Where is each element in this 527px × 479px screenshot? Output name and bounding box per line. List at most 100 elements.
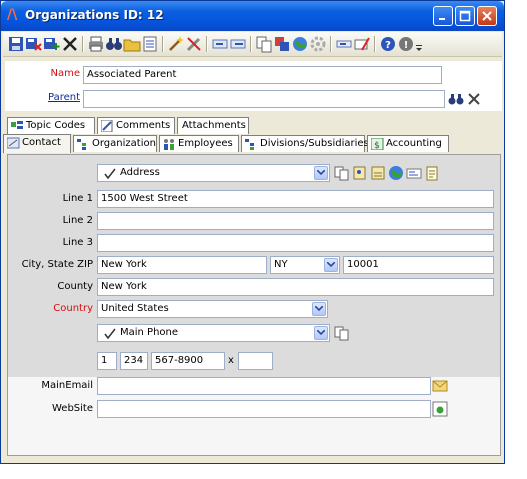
tab-organization[interactable]: Organization bbox=[73, 135, 157, 152]
tab-label: Topic Codes bbox=[26, 120, 86, 131]
city-state-zip-label: City, State ZIP bbox=[21, 259, 93, 270]
email-field[interactable] bbox=[97, 377, 431, 395]
address-type-value: Address bbox=[120, 167, 160, 178]
parent-clear-button[interactable] bbox=[466, 91, 482, 107]
parent-search-button[interactable] bbox=[448, 91, 464, 107]
maximize-icon bbox=[459, 10, 471, 22]
copy-address-icon[interactable] bbox=[334, 165, 350, 181]
tab-employees[interactable]: Employees bbox=[159, 135, 239, 152]
settings-icon[interactable] bbox=[309, 35, 327, 53]
tab-contact[interactable]: Contact bbox=[3, 134, 71, 153]
organization-window: /\ Organizations ID: 12 ? ! Name Associa… bbox=[0, 0, 505, 464]
delete-icon[interactable] bbox=[61, 35, 79, 53]
print-icon[interactable] bbox=[87, 35, 105, 53]
county-field[interactable]: New York bbox=[97, 278, 494, 296]
find-icon[interactable] bbox=[105, 35, 123, 53]
name-field[interactable]: Associated Parent bbox=[83, 66, 442, 84]
chevron-down-icon[interactable] bbox=[314, 166, 328, 180]
tools-icon[interactable] bbox=[185, 35, 203, 53]
move-right-icon[interactable] bbox=[229, 35, 247, 53]
toolbar: ? ! bbox=[3, 32, 502, 57]
contact-icon bbox=[7, 137, 20, 149]
window-title: Organizations ID: 12 bbox=[25, 8, 164, 22]
state-select[interactable]: NY bbox=[270, 256, 340, 274]
zip-field[interactable]: 10001 bbox=[343, 256, 494, 274]
save-icon[interactable] bbox=[7, 35, 25, 53]
browser-icon bbox=[432, 401, 448, 417]
close-icon bbox=[482, 11, 492, 21]
notes-icon[interactable] bbox=[424, 165, 440, 181]
copy-phone-icon[interactable] bbox=[334, 325, 350, 341]
tab-label: Comments bbox=[116, 120, 171, 131]
tab-accounting[interactable]: $ Accounting bbox=[367, 135, 449, 152]
phone-ext-label: x bbox=[228, 355, 234, 366]
close-button[interactable] bbox=[477, 6, 497, 26]
contact-panel: Address Line 1 1500 West Street Line 2 L… bbox=[7, 154, 501, 456]
line1-label: Line 1 bbox=[62, 193, 93, 204]
organization-icon bbox=[77, 139, 86, 150]
toolbar-overflow-icon[interactable] bbox=[415, 35, 423, 53]
chevron-down-icon[interactable] bbox=[312, 302, 326, 316]
move-left-icon[interactable] bbox=[211, 35, 229, 53]
phone-area-code-field[interactable]: 234 bbox=[120, 352, 148, 370]
phone-ext-field[interactable] bbox=[238, 352, 273, 370]
copy-record-icon[interactable] bbox=[255, 35, 273, 53]
envelope-icon bbox=[432, 380, 448, 392]
email-label: MainEmail bbox=[41, 380, 93, 391]
minimize-icon bbox=[439, 18, 445, 20]
merge-icon[interactable] bbox=[273, 35, 291, 53]
divisions-icon bbox=[245, 139, 254, 150]
globe-icon[interactable] bbox=[291, 35, 309, 53]
binoculars-icon bbox=[448, 94, 464, 105]
verify-address-icon[interactable] bbox=[370, 165, 386, 181]
comments-icon bbox=[101, 120, 113, 132]
line2-label: Line 2 bbox=[62, 215, 93, 226]
checkmark-icon bbox=[104, 328, 116, 340]
chevron-down-icon[interactable] bbox=[324, 258, 338, 272]
link-icon[interactable] bbox=[335, 35, 353, 53]
save-new-icon[interactable] bbox=[43, 35, 61, 53]
help-icon[interactable]: ? bbox=[379, 35, 397, 53]
address-book-icon[interactable] bbox=[352, 165, 368, 181]
parent-field[interactable] bbox=[83, 90, 445, 108]
tab-label: Contact bbox=[22, 137, 61, 148]
send-email-button[interactable] bbox=[432, 378, 448, 394]
website-field[interactable] bbox=[97, 400, 431, 418]
open-folder-icon[interactable] bbox=[123, 35, 141, 53]
wizard-icon[interactable] bbox=[167, 35, 185, 53]
parent-link[interactable]: Parent bbox=[5, 92, 80, 103]
phone-number-field[interactable]: 567-8900 bbox=[151, 352, 225, 370]
tab-topic-codes[interactable]: Topic Codes bbox=[7, 117, 95, 134]
app-logo-icon: /\ bbox=[7, 7, 18, 23]
tab-comments[interactable]: Comments bbox=[97, 117, 175, 134]
line2-field[interactable] bbox=[97, 212, 494, 230]
phone-country-code-field[interactable]: 1 bbox=[97, 352, 117, 370]
list-icon[interactable] bbox=[141, 35, 159, 53]
save-close-icon[interactable] bbox=[25, 35, 43, 53]
maximize-button[interactable] bbox=[455, 6, 475, 26]
country-value: United States bbox=[101, 303, 169, 314]
line3-field[interactable] bbox=[97, 234, 494, 252]
open-website-button[interactable] bbox=[432, 401, 448, 417]
tab-divisions-subsidiaries[interactable]: Divisions/Subsidiaries bbox=[241, 135, 369, 152]
line1-field[interactable]: 1500 West Street bbox=[97, 190, 494, 208]
city-field[interactable]: New York bbox=[97, 256, 267, 274]
tab-label: Attachments bbox=[182, 120, 246, 131]
title-bar[interactable]: /\ Organizations ID: 12 bbox=[1, 1, 504, 31]
phone-type-select[interactable]: Main Phone bbox=[97, 324, 330, 342]
address-type-select[interactable]: Address bbox=[97, 164, 330, 182]
topic-codes-icon bbox=[11, 121, 23, 129]
country-select[interactable]: United States bbox=[97, 300, 328, 318]
label-icon[interactable] bbox=[406, 165, 422, 181]
tab-attachments[interactable]: Attachments bbox=[177, 117, 249, 134]
county-label: County bbox=[57, 281, 93, 292]
chevron-down-icon[interactable] bbox=[314, 326, 328, 340]
unlink-icon[interactable] bbox=[353, 35, 371, 53]
minimize-button[interactable] bbox=[433, 6, 453, 26]
info-icon[interactable]: ! bbox=[397, 35, 415, 53]
map-globe-icon[interactable] bbox=[388, 165, 404, 181]
svg-text:!: ! bbox=[404, 40, 409, 51]
phone-type-value: Main Phone bbox=[120, 327, 179, 338]
state-value: NY bbox=[274, 259, 288, 270]
checkmark-icon bbox=[104, 168, 116, 180]
